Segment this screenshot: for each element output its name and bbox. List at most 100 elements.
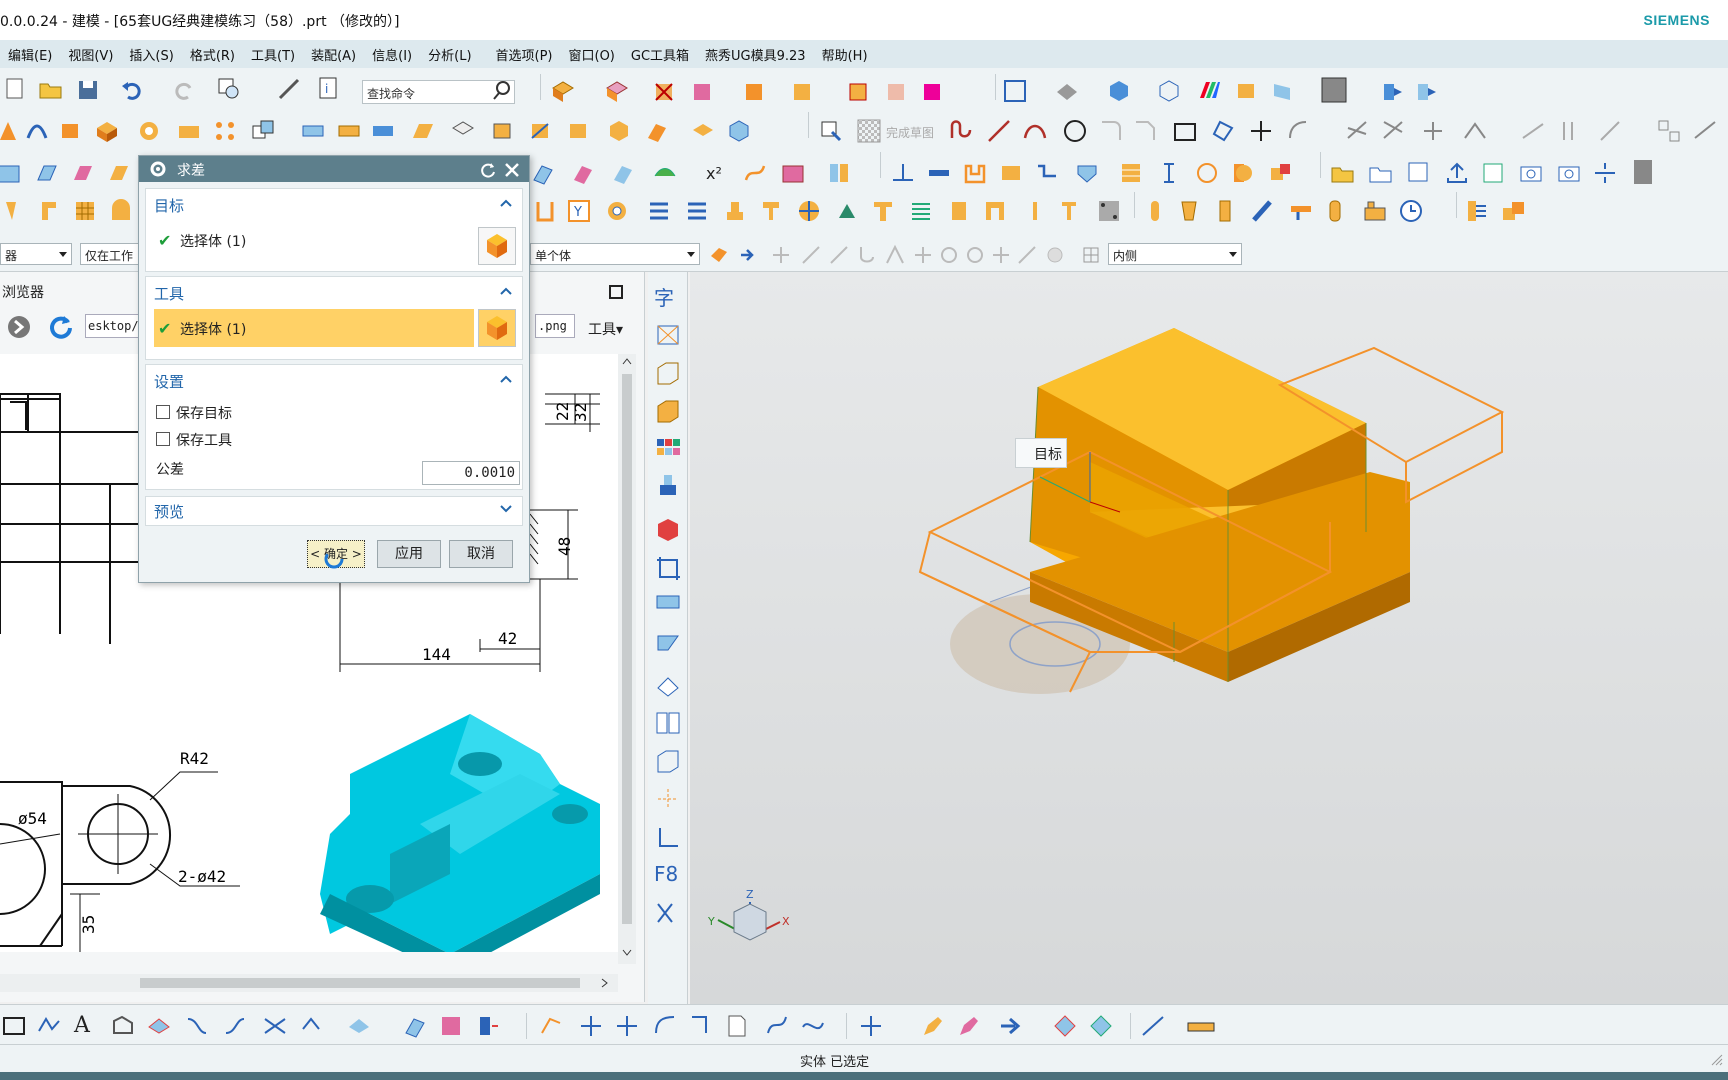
origin-icon[interactable] xyxy=(654,786,682,812)
measure-icon[interactable] xyxy=(276,76,302,102)
slider-block-icon[interactable] xyxy=(1288,198,1314,224)
project-icon[interactable] xyxy=(146,1013,172,1039)
colors-icon[interactable] xyxy=(1196,78,1222,104)
angle-pin-icon[interactable] xyxy=(1250,198,1276,224)
forward-icon[interactable] xyxy=(6,314,32,340)
bom-icon[interactable] xyxy=(1464,198,1490,224)
post-icon[interactable] xyxy=(834,198,860,224)
clone-icon[interactable] xyxy=(884,78,910,104)
box-pair-icon[interactable] xyxy=(1268,160,1294,186)
page-icon[interactable] xyxy=(724,1013,750,1039)
target-select-row[interactable]: ✔ 选择体 (1) xyxy=(154,221,474,259)
scroll-thumb[interactable] xyxy=(622,374,632,924)
crop-icon[interactable] xyxy=(654,554,682,580)
split-view-icon[interactable] xyxy=(654,710,682,736)
select-tool-body-button[interactable] xyxy=(478,309,516,347)
gear-icon[interactable] xyxy=(604,198,630,224)
intersect-curve-icon[interactable] xyxy=(262,1013,288,1039)
wedge-icon[interactable] xyxy=(654,628,682,654)
make-corner-icon[interactable] xyxy=(1420,118,1446,144)
menu-preferences[interactable]: 首选项(P) xyxy=(488,45,561,64)
snap-mid-icon[interactable] xyxy=(828,244,850,266)
mirror-curve-icon[interactable] xyxy=(1520,118,1546,144)
divide-face-icon[interactable] xyxy=(1592,160,1618,186)
shell-icon[interactable] xyxy=(336,118,362,144)
vertical-scrollbar[interactable] xyxy=(618,354,636,964)
smooth-curve-icon[interactable] xyxy=(764,1013,790,1039)
cube-stack-icon[interactable] xyxy=(1500,198,1528,224)
cross-section-icon[interactable] xyxy=(654,900,682,926)
block-icon[interactable] xyxy=(94,118,120,144)
text-a-icon[interactable]: A xyxy=(74,1013,90,1038)
new-file-icon[interactable] xyxy=(2,76,28,102)
surface-mesh-icon[interactable] xyxy=(780,160,806,186)
menu-assembly[interactable]: 装配(A) xyxy=(303,45,364,64)
offset-curve-icon[interactable] xyxy=(1462,118,1488,144)
section-icon[interactable] xyxy=(1270,78,1296,104)
body-rule-combo[interactable]: 单个体 xyxy=(530,243,700,265)
menu-view[interactable]: 视图(V) xyxy=(60,45,121,64)
dialog-header[interactable]: 求差 xyxy=(139,156,529,182)
axes-icon[interactable] xyxy=(654,824,682,850)
arrow-right-icon[interactable] xyxy=(738,246,756,264)
finish-sketch-label[interactable]: 完成草图 xyxy=(886,124,934,141)
split-body-icon[interactable] xyxy=(528,118,554,144)
move-object-icon[interactable] xyxy=(858,1013,884,1039)
studio-surface-icon[interactable] xyxy=(652,160,678,186)
pie-icon[interactable] xyxy=(796,198,822,224)
scroll-right-icon[interactable] xyxy=(600,978,610,988)
f8-view-label[interactable]: F8 xyxy=(654,862,678,886)
through-curves-icon[interactable] xyxy=(106,160,132,186)
cancel-button[interactable]: 取消 xyxy=(449,540,513,568)
grid-icon[interactable] xyxy=(1082,246,1100,264)
maximize-icon[interactable] xyxy=(608,284,624,300)
grid-block-icon[interactable] xyxy=(72,198,98,224)
edit-arc-icon[interactable] xyxy=(652,1013,678,1039)
profile-icon[interactable] xyxy=(948,118,974,144)
rectangle-icon[interactable] xyxy=(1172,120,1198,144)
isoparametric-icon[interactable] xyxy=(402,1013,428,1039)
draft-icon[interactable] xyxy=(450,118,476,144)
extrude-curve-icon[interactable] xyxy=(24,118,50,144)
quick-extend-icon[interactable] xyxy=(1380,118,1406,144)
shaded-cube-icon[interactable] xyxy=(1106,78,1132,104)
menu-yanxiu-mold[interactable]: 燕秀UG模具9.23 xyxy=(697,45,814,64)
mate-icon[interactable] xyxy=(690,78,716,104)
open-folder-icon[interactable] xyxy=(38,76,64,102)
menu-window[interactable]: 窗口(O) xyxy=(561,45,623,64)
finish-sketch-icon[interactable] xyxy=(856,118,882,144)
info-icon[interactable]: i xyxy=(316,76,342,102)
pocket-icon[interactable] xyxy=(962,160,988,186)
bolt-icon[interactable] xyxy=(722,198,748,224)
plate-icon[interactable] xyxy=(1096,198,1122,224)
offset-icon[interactable] xyxy=(110,1013,136,1039)
dimension-icon[interactable] xyxy=(1140,1013,1166,1039)
view-orient-2-icon[interactable] xyxy=(1414,78,1440,104)
quick-trim-icon[interactable] xyxy=(1344,118,1370,144)
graphics-window[interactable]: Z Y X xyxy=(690,272,1728,1004)
snap-center-icon[interactable] xyxy=(938,244,960,266)
background-icon[interactable] xyxy=(1320,76,1348,104)
folder-icon[interactable] xyxy=(1368,160,1394,186)
constraint-icon[interactable] xyxy=(1656,118,1682,144)
spring-icon[interactable] xyxy=(908,198,934,224)
snap-quadrant-icon[interactable] xyxy=(964,244,986,266)
wire-box-icon[interactable] xyxy=(654,360,682,386)
menu-edit[interactable]: 编辑(E) xyxy=(0,45,60,64)
layer-icon[interactable] xyxy=(1234,78,1260,104)
snap-orange-icon[interactable] xyxy=(708,244,730,266)
t-beam-icon[interactable] xyxy=(870,198,896,224)
scale-icon[interactable] xyxy=(654,322,682,348)
reset-icon[interactable] xyxy=(479,161,497,179)
line-arrow-icon[interactable] xyxy=(926,160,952,186)
move-arrow-icon[interactable] xyxy=(998,1013,1024,1039)
rect-sketch-icon[interactable] xyxy=(2,1015,26,1037)
part-tool-1-icon[interactable] xyxy=(0,198,26,224)
datum-plane-icon[interactable] xyxy=(690,118,716,144)
close-icon[interactable] xyxy=(503,161,521,179)
derived-line-icon[interactable] xyxy=(1598,118,1624,144)
scroll-up-icon[interactable] xyxy=(622,356,632,366)
replace-icon[interactable] xyxy=(920,78,946,104)
ruled-icon[interactable] xyxy=(70,160,96,186)
import-icon[interactable] xyxy=(1480,160,1506,186)
